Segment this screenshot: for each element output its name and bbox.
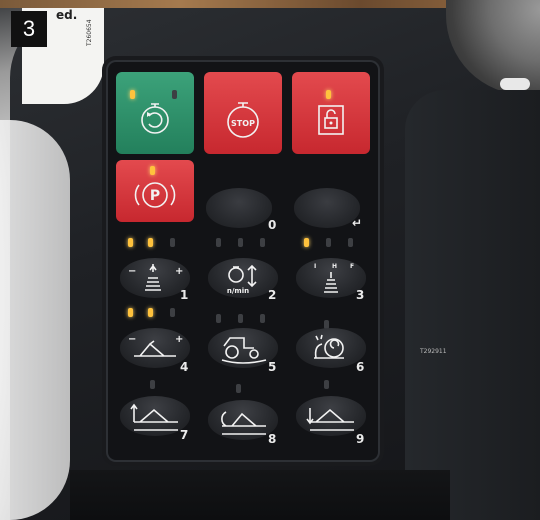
park-label: P: [150, 188, 160, 204]
key-9-label: 9: [356, 432, 365, 446]
key-3-label: 3: [356, 288, 365, 302]
pto-mark-1: I: [314, 263, 316, 270]
stop-key[interactable]: STOP: [204, 72, 282, 154]
pto-led-1: [304, 238, 309, 247]
pto-led-2: [326, 238, 331, 247]
pto-mark-3: F: [350, 263, 354, 270]
bezel-code: T292911: [420, 348, 447, 355]
park-brake-led: [150, 166, 155, 175]
hitch4-led-2: [148, 308, 153, 317]
lift-rocker-9[interactable]: [296, 396, 366, 436]
engine-speed-led-2: [238, 238, 243, 247]
engine-speed-label: n/min: [227, 287, 249, 295]
key-7-label: 7: [180, 428, 189, 442]
dial-label: [500, 78, 530, 90]
engine-start-key[interactable]: [116, 72, 194, 154]
hitch1-led-1: [128, 238, 133, 247]
park-brake-key[interactable]: P: [116, 160, 194, 222]
bottom-housing: [70, 470, 450, 520]
right-bezel: [405, 90, 540, 520]
hitch4-plus: +: [175, 334, 183, 345]
stop-label: STOP: [231, 119, 255, 128]
key-2-label: 2: [268, 288, 277, 302]
hitch4-led-1: [128, 308, 133, 317]
left-white-bezel: [0, 120, 70, 520]
lift-lower-icon: [306, 408, 354, 431]
lift7-led: [150, 380, 155, 389]
lift8-led: [236, 384, 241, 393]
key-zero-label: 0: [268, 218, 277, 232]
enter-icon: ↵: [352, 216, 363, 230]
keypad: STOP P 0 ↵ − + 1 n/min 2 I H F 3 − + 4 5…: [108, 62, 378, 460]
key-1-label: 1: [180, 288, 189, 302]
padlock-icon: [318, 105, 344, 135]
key-6-label: 6: [356, 360, 365, 374]
hitch4-minus: −: [128, 334, 136, 345]
key-4-label: 4: [180, 360, 189, 374]
figure-number-badge: 3: [11, 11, 47, 47]
tractor-led-3: [260, 314, 265, 323]
engine-speed-led-1: [216, 238, 221, 247]
sticker-code: T260654: [86, 19, 93, 46]
tractor-led-2: [238, 314, 243, 323]
lift9-led: [324, 380, 329, 389]
hitch1-led-2: [148, 238, 153, 247]
park-brake-icon: P: [134, 181, 176, 208]
lock-key[interactable]: [292, 72, 370, 154]
pto-mark-2: H: [332, 263, 337, 270]
engine-rotation-icon: [141, 103, 169, 134]
blank-key-enter[interactable]: [294, 188, 360, 228]
tractor-led-1: [216, 314, 221, 323]
hitch1-led-3: [170, 238, 175, 247]
hitch4-led-3: [170, 308, 175, 317]
hitch1-plus: +: [175, 266, 183, 277]
engine-speed-led-3: [260, 238, 265, 247]
blank-key-zero[interactable]: [206, 188, 272, 228]
engine-stop-icon: STOP: [227, 102, 259, 138]
instrument-panel-photo: ed. T260654 T292911 3 STOP P 0 ↵ − + 1 n…: [0, 0, 540, 520]
key-8-label: 8: [268, 432, 277, 446]
pto-led-3: [348, 238, 353, 247]
sticker-text: ed.: [56, 8, 78, 22]
key-5-label: 5: [268, 360, 277, 374]
hitch1-minus: −: [128, 266, 136, 277]
